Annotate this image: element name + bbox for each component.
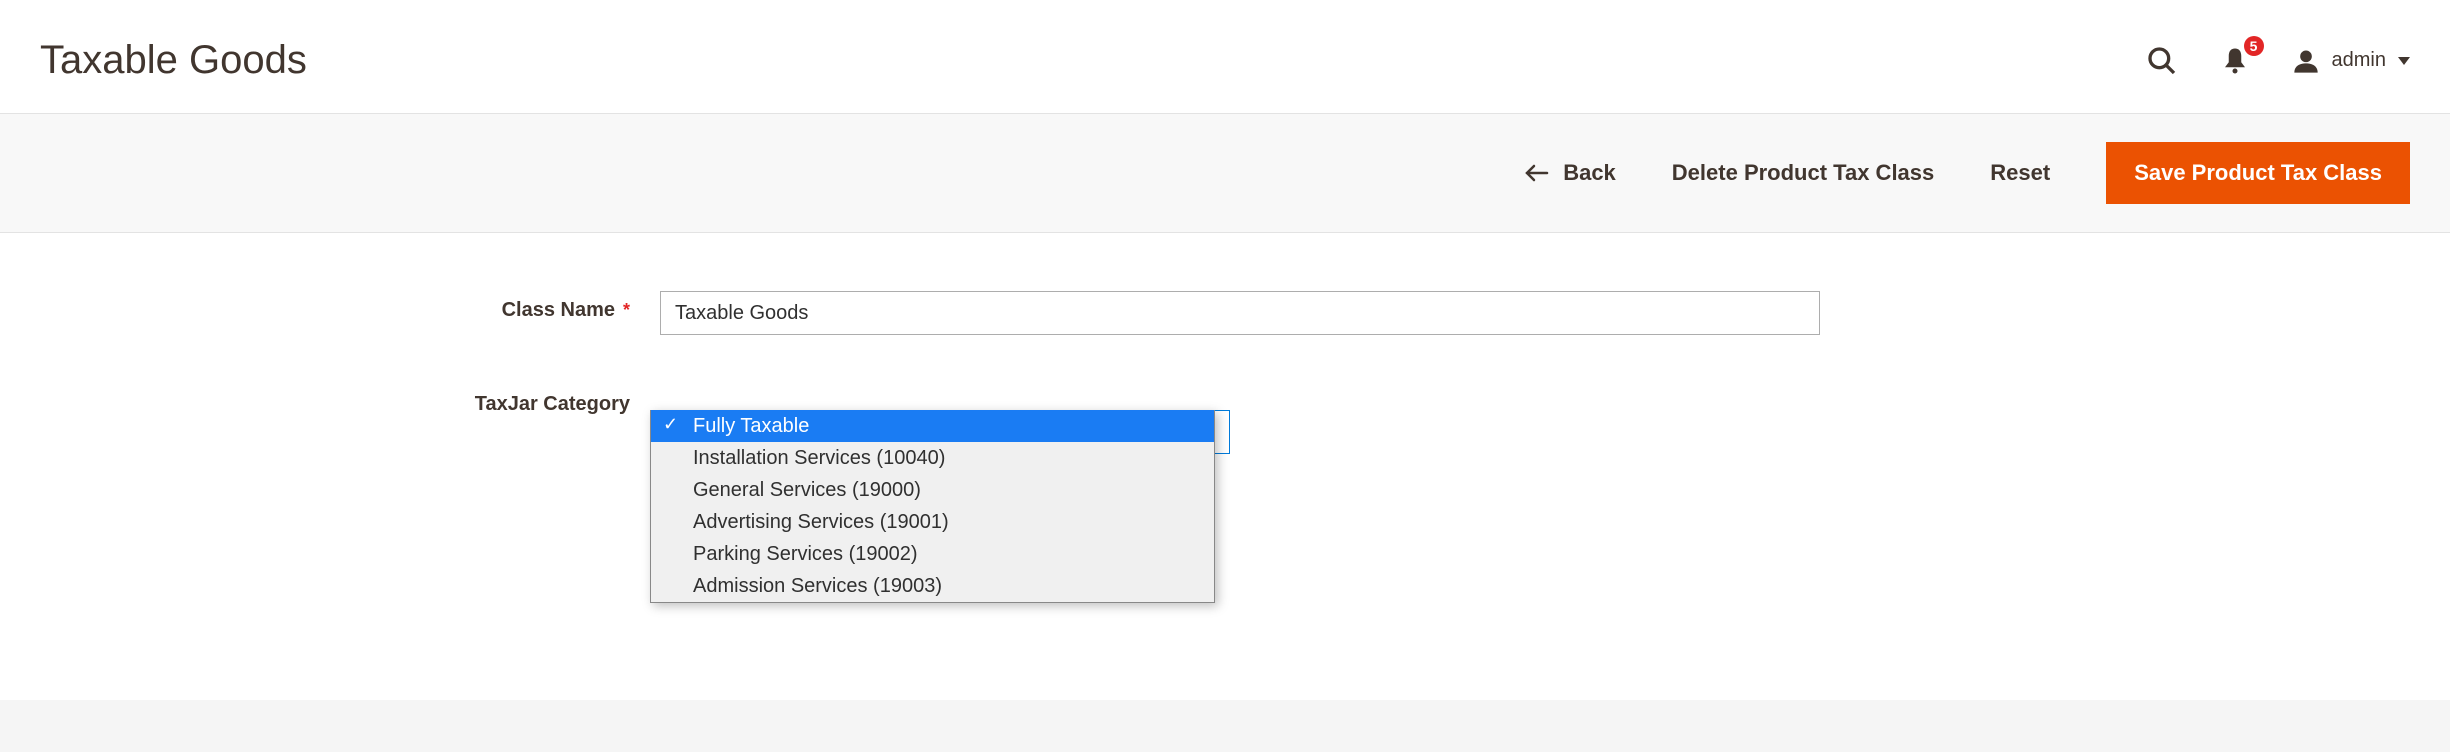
notifications-badge: 5: [2244, 36, 2264, 56]
delete-button[interactable]: Delete Product Tax Class: [1672, 160, 1934, 186]
taxjar-option-advertising[interactable]: Advertising Services (19001): [651, 506, 1214, 538]
class-name-input[interactable]: [660, 291, 1820, 335]
user-label: admin: [2332, 49, 2386, 72]
taxjar-option-parking[interactable]: Parking Services (19002): [651, 538, 1214, 570]
taxjar-option-general[interactable]: General Services (19000): [651, 474, 1214, 506]
arrow-left-icon: [1525, 163, 1549, 183]
user-icon: [2292, 47, 2320, 75]
class-name-row: Class Name *: [40, 291, 2410, 335]
taxjar-category-dropdown[interactable]: Fully Taxable Installation Services (100…: [650, 410, 1215, 603]
page-title: Taxable Goods: [40, 38, 2146, 83]
user-menu[interactable]: admin: [2292, 47, 2410, 75]
class-name-label: Class Name: [502, 299, 615, 322]
taxjar-category-label: TaxJar Category: [475, 393, 630, 416]
taxjar-category-row: TaxJar Category: [40, 383, 2410, 416]
required-asterisk: *: [623, 300, 630, 321]
save-button[interactable]: Save Product Tax Class: [2106, 142, 2410, 204]
taxjar-option-installation[interactable]: Installation Services (10040): [651, 442, 1214, 474]
reset-button[interactable]: Reset: [1990, 160, 2050, 186]
page-header: Taxable Goods 5 admin: [0, 0, 2450, 113]
search-icon[interactable]: [2146, 45, 2178, 77]
action-bar: Back Delete Product Tax Class Reset Save…: [0, 113, 2450, 233]
taxjar-option-fully-taxable[interactable]: Fully Taxable: [651, 410, 1214, 442]
back-button[interactable]: Back: [1525, 160, 1616, 186]
notifications-icon[interactable]: 5: [2220, 46, 2250, 76]
taxjar-option-admission[interactable]: Admission Services (19003): [651, 570, 1214, 602]
caret-down-icon: [2398, 57, 2410, 65]
footer-strip: [0, 700, 2450, 752]
